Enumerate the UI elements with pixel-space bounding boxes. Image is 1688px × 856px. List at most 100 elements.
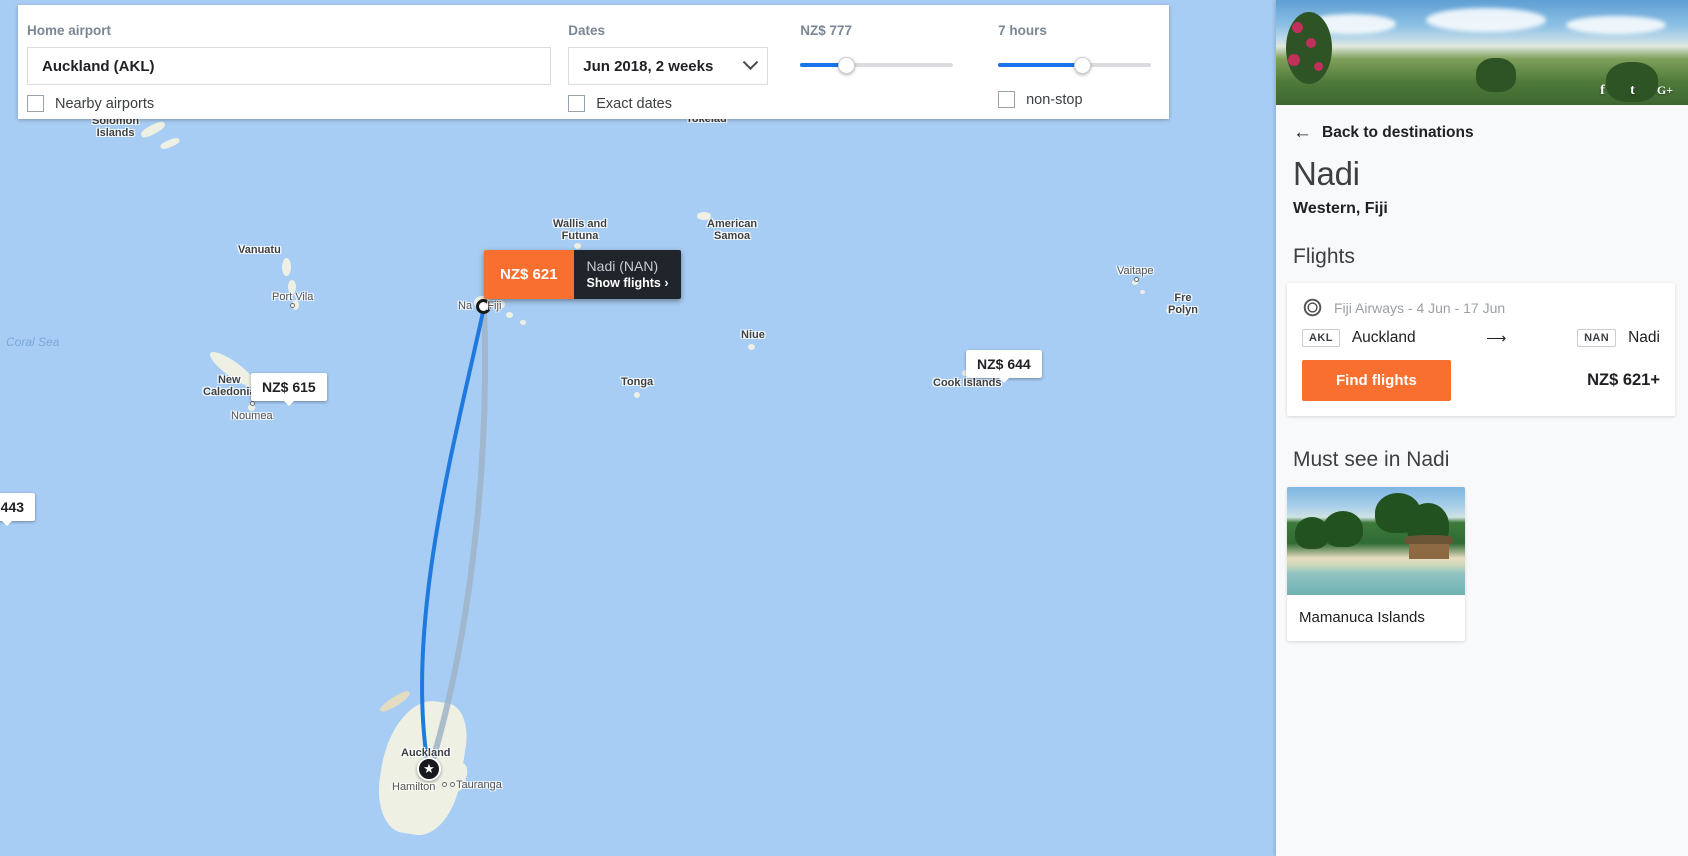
- map-label-hamilton: Hamilton: [392, 781, 436, 793]
- fiji-airways-logo-icon: [1302, 297, 1323, 318]
- palm-tree-shape: [1295, 517, 1329, 549]
- tooltip-body: Nadi (NAN) Show flights ›: [573, 250, 682, 299]
- island-northland-tip: [378, 688, 412, 715]
- map-label-wallis-futuna: Wallis and Futuna: [553, 218, 607, 242]
- origin-marker-auckland[interactable]: ★: [417, 757, 441, 781]
- destination-panel: f t G+ ← Back to destinations Nadi Weste…: [1276, 0, 1688, 856]
- city-dot-noumea: [250, 401, 255, 406]
- non-stop-checkbox-row[interactable]: non-stop: [998, 91, 1169, 108]
- exact-dates-checkbox[interactable]: [568, 95, 586, 112]
- island-wallis: [574, 243, 581, 249]
- airline-row: Fiji Airways - 4 Jun - 17 Jun: [1302, 297, 1660, 318]
- nearby-airports-checkbox-row[interactable]: Nearby airports: [27, 95, 559, 112]
- google-plus-icon[interactable]: G+: [1654, 82, 1676, 99]
- price-pill-cook-islands[interactable]: NZ$ 644: [966, 350, 1042, 383]
- price-pill-offscreen-left[interactable]: $ 443: [0, 493, 36, 526]
- twitter-icon[interactable]: t: [1624, 82, 1641, 99]
- dates-select[interactable]: Jun 2018, 2 weeks: [568, 47, 769, 85]
- facebook-icon[interactable]: f: [1594, 82, 1611, 99]
- chevron-down-icon: [742, 53, 759, 70]
- price-slider[interactable]: [800, 54, 954, 76]
- flower-shape: [1292, 22, 1303, 33]
- map-label-vaitape: Vaitape: [1117, 265, 1154, 277]
- map-label-french-polynesia: Fre Polyn: [1168, 292, 1198, 316]
- map-label-niue: Niue: [741, 329, 765, 341]
- destination-region-subtitle: Western, Fiji: [1293, 200, 1388, 217]
- app-root: ★ Coral Sea Solomon Islands Tokelau Walli…: [0, 0, 1688, 856]
- map-label-auckland: Auckland: [401, 747, 451, 759]
- duration-slider[interactable]: [998, 54, 1152, 76]
- nearby-airports-checkbox[interactable]: [27, 95, 44, 112]
- home-airport-input[interactable]: Auckland (AKL): [27, 47, 551, 85]
- destination-tooltip-nadi[interactable]: NZ$ 621 Nadi (NAN) Show flights ›: [484, 250, 682, 299]
- map-label-tauranga: Tauranga: [456, 779, 502, 791]
- price-slider-knob[interactable]: [838, 56, 856, 74]
- flower-shape: [1288, 54, 1300, 66]
- tooltip-destination-name: Nadi (NAN): [586, 258, 659, 274]
- back-to-destinations-label: Back to destinations: [1322, 123, 1474, 141]
- must-see-thumbnail: [1287, 487, 1465, 595]
- flight-price-label: NZ$ 621+: [1587, 371, 1660, 389]
- flight-offer-card[interactable]: Fiji Airways - 4 Jun - 17 Jun AKL Auckla…: [1287, 283, 1675, 416]
- island-vanuatu-a: [282, 258, 291, 276]
- route-primary-path: [420, 306, 486, 767]
- filter-duration: 7 hours non-stop: [998, 5, 1169, 108]
- back-to-destinations-button[interactable]: ← Back to destinations: [1276, 105, 1688, 142]
- tooltip-price: NZ$ 621: [484, 250, 574, 299]
- duration-slider-label: 7 hours: [998, 23, 1047, 38]
- beach-hut-shape: [1409, 543, 1449, 559]
- map-label-cook-islands: Cook Islands: [933, 377, 1002, 389]
- map-label-new-caledonia: New Caledonia: [203, 374, 256, 398]
- must-see-section-heading: Must see in Nadi: [1293, 448, 1450, 471]
- island-fiji-d: [520, 320, 526, 325]
- city-dot-port-vila: [290, 303, 295, 308]
- airline-and-dates-text: Fiji Airways - 4 Jun - 17 Jun: [1334, 299, 1506, 316]
- flower-shape: [1314, 62, 1323, 71]
- must-see-title: Mamanuca Islands: [1299, 609, 1425, 626]
- beach-hut-roof-shape: [1405, 535, 1453, 544]
- destination-city-label: Nadi: [1628, 329, 1660, 346]
- sea-label-coral-sea: Coral Sea: [6, 335, 60, 349]
- back-arrow-icon: ←: [1293, 122, 1312, 143]
- island-niue: [748, 344, 755, 350]
- island-vaitape-b: [1140, 290, 1145, 294]
- map-label-tonga: Tonga: [621, 376, 654, 388]
- find-flights-button[interactable]: Find flights: [1302, 360, 1451, 401]
- tree-shape: [1476, 58, 1516, 92]
- price-pill-new-caledonia[interactable]: NZ$ 615: [251, 373, 327, 406]
- filter-dates: Dates Jun 2018, 2 weeks Exact dates: [568, 5, 778, 112]
- origin-iata-badge: AKL: [1302, 329, 1340, 347]
- exact-dates-checkbox-row[interactable]: Exact dates: [568, 95, 778, 112]
- filter-price: NZ$ 777: [800, 5, 971, 76]
- exact-dates-label: Exact dates: [596, 95, 672, 112]
- island-solomon-b: [159, 136, 181, 151]
- destination-hero-image: f t G+: [1276, 0, 1688, 105]
- cloud-shape: [1566, 16, 1666, 34]
- island-solomon-a: [139, 119, 167, 140]
- nearby-airports-label: Nearby airports: [55, 95, 155, 112]
- map-label-vanuatu: Vanuatu: [238, 244, 281, 256]
- cloud-shape: [1426, 8, 1546, 32]
- price-slider-label: NZ$ 777: [800, 23, 852, 38]
- must-see-card[interactable]: Mamanuca Islands: [1287, 487, 1465, 641]
- flight-map[interactable]: ★ Coral Sea Solomon Islands Tokelau Walli…: [0, 0, 1276, 856]
- island-fiji-c: [506, 312, 513, 318]
- dates-label: Dates: [568, 23, 606, 38]
- destination-iata-badge: NAN: [1577, 329, 1617, 347]
- filter-bar: Home airport Auckland (AKL) Nearby airpo…: [18, 5, 1169, 119]
- island-tonga: [634, 392, 640, 398]
- city-dot-vaitape: [1134, 277, 1139, 282]
- route-secondary-path: [427, 306, 489, 770]
- flight-routes: [420, 306, 489, 770]
- duration-slider-knob[interactable]: [1074, 56, 1092, 74]
- non-stop-checkbox[interactable]: [998, 91, 1016, 108]
- tooltip-show-flights-link[interactable]: Show flights ›: [587, 275, 669, 291]
- social-share-buttons: f t G+: [1594, 82, 1676, 99]
- home-airport-label: Home airport: [27, 23, 112, 38]
- non-stop-label: non-stop: [1026, 91, 1083, 108]
- dates-select-value: Jun 2018, 2 weeks: [583, 57, 714, 75]
- arrow-right-icon: ⟶: [1486, 329, 1507, 346]
- city-dot-hamilton: [442, 782, 447, 787]
- cta-row: Find flights NZ$ 621+: [1302, 360, 1660, 401]
- map-label-nadi-fiji: Na Fiji: [458, 300, 502, 312]
